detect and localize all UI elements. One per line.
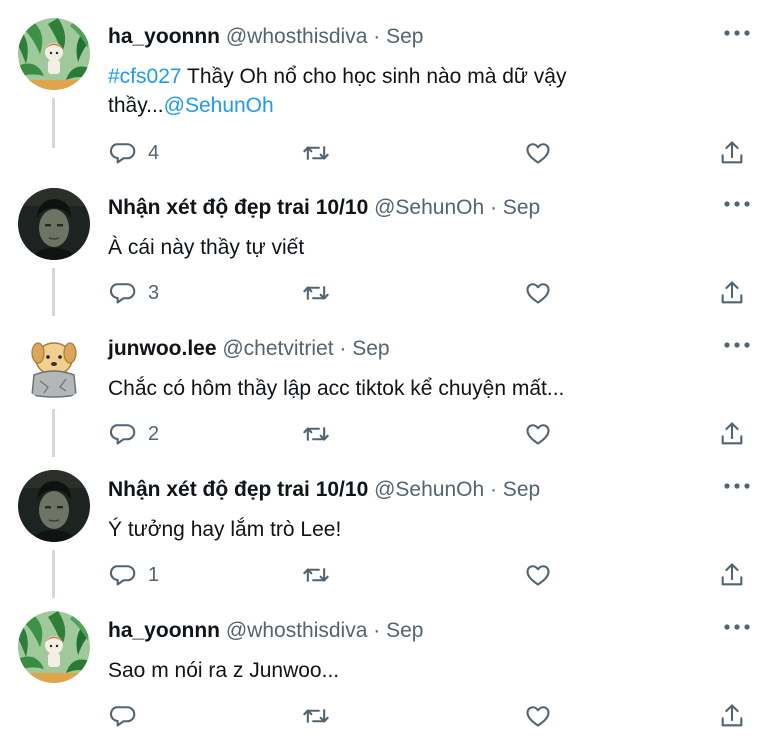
tweet-actions: 3 (0, 278, 768, 308)
tweet-header: ha_yoonnn @whosthisdiva · Sep (108, 618, 423, 644)
avatar[interactable] (18, 470, 90, 542)
reply-button[interactable] (108, 701, 148, 731)
like-button[interactable] (524, 419, 552, 449)
more-dots-icon (722, 29, 752, 37)
avatar[interactable] (18, 329, 90, 401)
retweet-button[interactable] (302, 278, 330, 308)
tweet-actions: 2 (0, 419, 768, 449)
dog-sticker-avatar-icon (18, 329, 90, 401)
tweet-header: Nhận xét độ đẹp trai 10/10 @SehunOh · Se… (108, 195, 540, 221)
retweet-button[interactable] (302, 138, 330, 168)
display-name[interactable]: ha_yoonnn (108, 25, 220, 48)
reply-icon (108, 702, 136, 730)
share-icon (718, 702, 746, 730)
more-options-button[interactable] (722, 618, 752, 636)
avatar[interactable] (18, 18, 90, 90)
like-button[interactable] (524, 560, 552, 590)
handle-and-date[interactable]: @SehunOh · Sep (374, 196, 540, 219)
reply-button[interactable]: 4 (108, 138, 159, 168)
reply-icon (108, 561, 136, 589)
more-options-button[interactable] (722, 195, 752, 213)
cartoon-character-leaves-avatar-icon (18, 611, 90, 683)
tweet-item[interactable]: junwoo.lee @chetvitriet · Sep Chắc có hô… (0, 311, 768, 457)
share-icon (718, 561, 746, 589)
retweet-icon (302, 139, 330, 167)
heart-icon (524, 420, 552, 448)
display-name[interactable]: junwoo.lee (108, 337, 217, 360)
heart-icon (524, 561, 552, 589)
tweet-text: #cfs027 Thầy Oh nổ cho học sinh nào mà d… (108, 62, 668, 120)
retweet-icon (302, 561, 330, 589)
retweet-icon (302, 420, 330, 448)
tweet-item[interactable]: Nhận xét độ đẹp trai 10/10 @SehunOh · Se… (0, 452, 768, 598)
tweet-text: À cái này thầy tự viết (108, 236, 305, 259)
share-button[interactable] (718, 138, 746, 168)
tweet-item[interactable]: ha_yoonnn @whosthisdiva · Sep #cfs027 Th… (0, 0, 768, 164)
display-name[interactable]: ha_yoonnn (108, 619, 220, 642)
more-dots-icon (722, 200, 752, 208)
reply-icon (108, 139, 136, 167)
share-button[interactable] (718, 419, 746, 449)
tweet-text: Ý tưởng hay lắm trò Lee! (108, 518, 342, 541)
display-name[interactable]: Nhận xét độ đẹp trai 10/10 (108, 196, 368, 219)
retweet-button[interactable] (302, 560, 330, 590)
more-dots-icon (722, 482, 752, 490)
more-options-button[interactable] (722, 477, 752, 495)
retweet-button[interactable] (302, 701, 330, 731)
like-button[interactable] (524, 701, 552, 731)
cartoon-character-leaves-avatar-icon (18, 18, 90, 90)
reply-icon (108, 279, 136, 307)
handle-and-date[interactable]: @SehunOh · Sep (374, 478, 540, 501)
mention-link[interactable]: @SehunOh (164, 94, 274, 117)
reply-count: 2 (148, 422, 160, 445)
share-button[interactable] (718, 701, 746, 731)
more-dots-icon (722, 341, 752, 349)
tweet-item[interactable]: ha_yoonnn @whosthisdiva · Sep Sao m nói … (0, 593, 768, 734)
reply-button[interactable]: 3 (108, 278, 159, 308)
more-options-button[interactable] (722, 24, 752, 42)
reply-count: 1 (148, 563, 160, 586)
reply-count: 3 (148, 281, 160, 304)
share-icon (718, 420, 746, 448)
heart-icon (524, 279, 552, 307)
reply-count: 4 (148, 141, 160, 164)
retweet-icon (302, 279, 330, 307)
share-button[interactable] (718, 278, 746, 308)
tweet-text: Sao m nói ra z Junwoo... (108, 659, 340, 682)
avatar[interactable] (18, 611, 90, 683)
tweet-actions: 4 (0, 138, 768, 168)
heart-icon (524, 139, 552, 167)
handle-and-date[interactable]: @whosthisdiva · Sep (226, 25, 424, 48)
tweet-item[interactable]: Nhận xét độ đẹp trai 10/10 @SehunOh · Se… (0, 170, 768, 316)
man-portrait-avatar-icon (18, 470, 90, 542)
like-button[interactable] (524, 278, 552, 308)
man-portrait-avatar-icon (18, 188, 90, 260)
retweet-button[interactable] (302, 419, 330, 449)
tweet-actions: 1 (0, 560, 768, 590)
share-icon (718, 279, 746, 307)
tweet-text: Chắc có hôm thầy lập acc tiktok kể chuyệ… (108, 377, 565, 400)
tweet-header: junwoo.lee @chetvitriet · Sep (108, 336, 390, 362)
handle-and-date[interactable]: @whosthisdiva · Sep (226, 619, 424, 642)
more-dots-icon (722, 623, 752, 631)
more-options-button[interactable] (722, 336, 752, 354)
like-button[interactable] (524, 138, 552, 168)
tweet-header: Nhận xét độ đẹp trai 10/10 @SehunOh · Se… (108, 477, 540, 503)
share-button[interactable] (718, 560, 746, 590)
reply-button[interactable]: 2 (108, 419, 159, 449)
handle-and-date[interactable]: @chetvitriet · Sep (222, 337, 389, 360)
hashtag-link[interactable]: #cfs027 (108, 65, 182, 88)
avatar[interactable] (18, 188, 90, 260)
retweet-icon (302, 702, 330, 730)
tweet-header: ha_yoonnn @whosthisdiva · Sep (108, 24, 423, 50)
reply-icon (108, 420, 136, 448)
heart-icon (524, 702, 552, 730)
display-name[interactable]: Nhận xét độ đẹp trai 10/10 (108, 478, 368, 501)
reply-button[interactable]: 1 (108, 560, 159, 590)
tweet-actions (0, 701, 768, 731)
share-icon (718, 139, 746, 167)
